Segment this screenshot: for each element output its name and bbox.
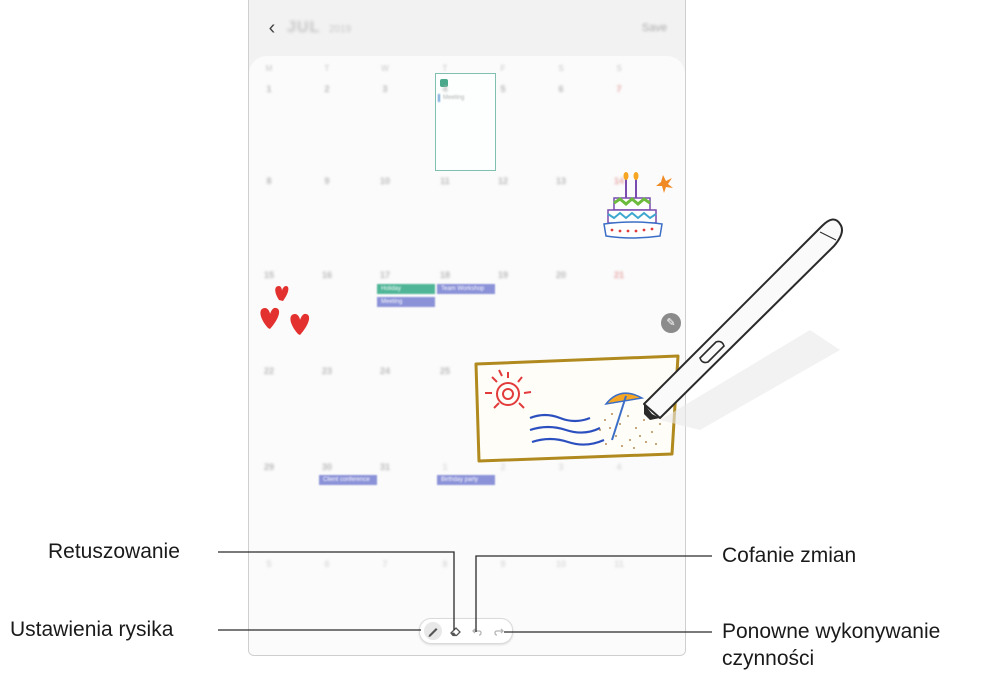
callout-undo: Cofanie zmian [722, 544, 857, 567]
callout-redo-line1: Ponowne wykonywanie [722, 620, 941, 643]
callout-pen-settings: Ustawienia rysika [10, 618, 174, 641]
callout-retouch: Retuszowanie [48, 540, 180, 563]
callout-redo-line2: czynności [722, 647, 815, 670]
callout-lines [218, 551, 712, 633]
